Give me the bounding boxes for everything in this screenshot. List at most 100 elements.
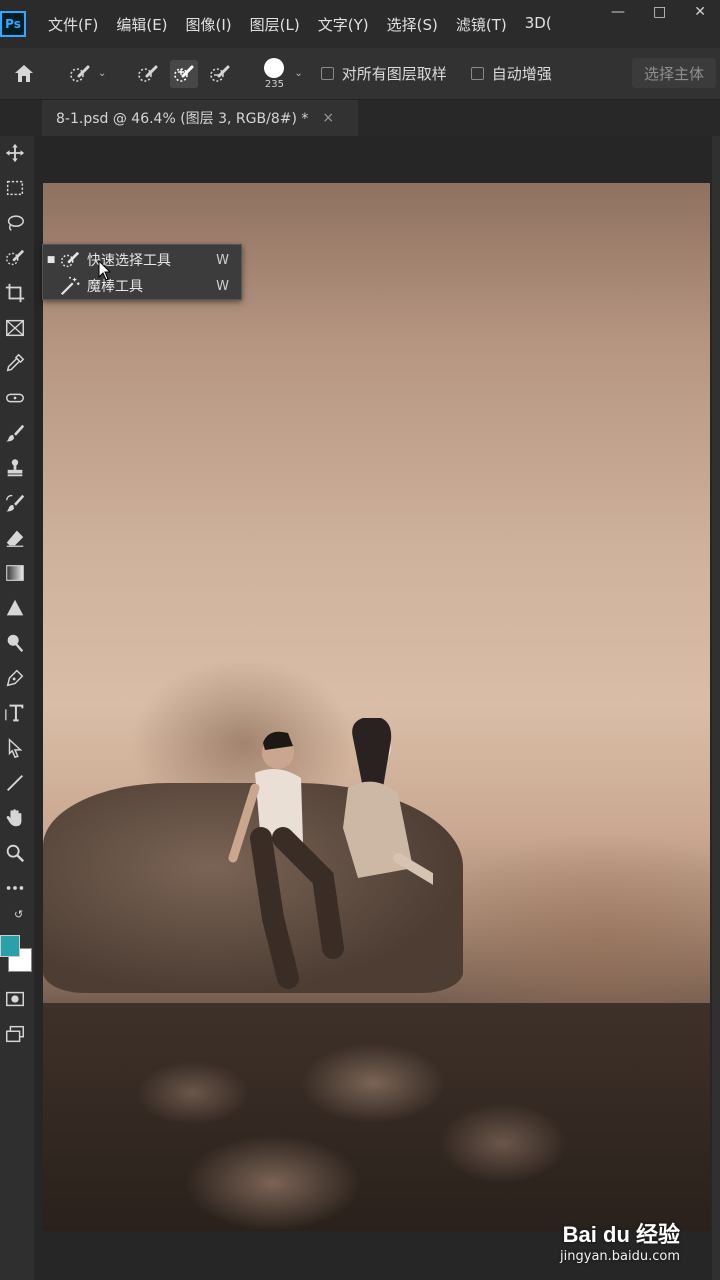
stamp-icon [7, 459, 23, 477]
watermark-logo: Bai du 经验 [562, 1222, 680, 1247]
dodge-icon [7, 634, 24, 653]
minimize-icon[interactable]: — [611, 4, 625, 20]
history-brush-icon [5, 494, 25, 512]
flyout-item-label: 魔棒工具 [87, 279, 143, 295]
menu-layer[interactable]: 图层(L) [250, 14, 300, 35]
close-window-icon[interactable]: ✕ [694, 4, 706, 20]
marquee-tool[interactable] [0, 173, 30, 203]
menu-items: 文件(F) 编辑(E) 图像(I) 图层(L) 文字(Y) 选择(S) 滤镜(T… [48, 14, 570, 35]
brush-size-value: 235 [264, 78, 284, 90]
document-canvas-photo[interactable] [43, 183, 710, 1231]
stamp-tool[interactable] [0, 453, 30, 483]
options-bar: ⌄ 235 ⌄ 对所有图层取样 自动增强 选择主体 [0, 48, 720, 100]
frame-tool[interactable] [0, 313, 30, 343]
hand-tool[interactable] [0, 803, 30, 833]
document-tab[interactable]: 8-1.psd @ 46.4% (图层 3, RGB/8#) * × [42, 100, 358, 136]
new-selection-button[interactable] [134, 60, 162, 88]
window-controls: — □ ✕ [611, 4, 720, 20]
more-tools[interactable] [0, 873, 30, 903]
menu-type[interactable]: 文字(Y) [318, 14, 369, 35]
dodge-tool[interactable] [0, 628, 30, 658]
select-subject-button[interactable]: 选择主体 [632, 58, 716, 88]
menu-3d[interactable]: 3D( [525, 14, 552, 35]
tool-preset-picker[interactable] [66, 60, 94, 88]
menu-filter[interactable]: 滤镜(T) [456, 14, 507, 35]
bandage-icon [6, 393, 24, 403]
ellipsis-icon [6, 886, 24, 890]
hand-icon [6, 809, 22, 827]
menu-file[interactable]: 文件(F) [48, 14, 98, 35]
sample-all-layers-checkbox[interactable] [320, 67, 334, 80]
menu-bar: Ps 文件(F) 编辑(E) 图像(I) 图层(L) 文字(Y) 选择(S) 滤… [0, 0, 720, 48]
screen-mode-button[interactable] [0, 1019, 30, 1049]
active-bullet-icon: ■ [46, 255, 56, 265]
chevron-down-icon[interactable]: ⌄ [294, 68, 302, 79]
foreground-color-swatch[interactable] [0, 935, 20, 957]
auto-enhance-label: 自动增强 [491, 65, 552, 83]
eyedropper-icon [6, 353, 25, 372]
watermark-url: jingyan.baidu.com [560, 1249, 680, 1264]
zoom-tool[interactable] [0, 838, 30, 868]
selection-tool-flyout: ■ 快速选择工具 W 魔棒工具 W [42, 244, 242, 300]
rectangle-marquee-icon [6, 180, 24, 196]
move-tool[interactable] [0, 138, 30, 168]
baidu-watermark: Bai du 经验 jingyan.baidu.com [560, 1217, 680, 1264]
flyout-item-shortcut: W [216, 278, 229, 294]
home-icon[interactable] [12, 62, 36, 86]
type-icon [5, 704, 24, 722]
couple-figures [228, 718, 433, 989]
pen-icon [6, 669, 24, 687]
flyout-item-magic-wand[interactable]: 魔棒工具 W [43, 273, 241, 299]
flyout-item-shortcut: W [216, 252, 229, 268]
blur-tool[interactable] [0, 593, 30, 623]
crop-tool[interactable] [0, 278, 30, 308]
quick-selection-subtract-icon [210, 65, 230, 82]
quick-selection-icon [70, 65, 90, 82]
subtract-from-selection-button[interactable] [206, 60, 234, 88]
flyout-item-quick-selection[interactable]: ■ 快速选择工具 W [43, 247, 241, 273]
menu-select[interactable]: 选择(S) [387, 14, 438, 35]
pen-tool[interactable] [0, 663, 30, 693]
add-to-selection-button[interactable] [170, 59, 199, 88]
quick-mask-icon [6, 991, 24, 1007]
gradient-icon [6, 565, 24, 581]
crop-icon [5, 283, 25, 303]
swap-colors-icon[interactable]: ↺ [14, 908, 23, 921]
lasso-icon [7, 215, 24, 231]
brush-tip-icon [264, 57, 285, 78]
quick-selection-tool[interactable] [0, 243, 30, 273]
eraser-icon [6, 530, 24, 547]
document-tab-bar: 8-1.psd @ 46.4% (图层 3, RGB/8#) * × [0, 100, 720, 136]
magic-wand-icon [59, 275, 81, 297]
vertical-scrollbar[interactable] [712, 136, 720, 1280]
menu-edit[interactable]: 编辑(E) [116, 14, 167, 35]
screen-mode-icon [6, 1025, 24, 1043]
quick-selection-icon [6, 250, 24, 266]
close-tab-icon[interactable]: × [322, 110, 334, 126]
photoshop-logo: Ps [0, 11, 26, 37]
quick-selection-new-icon [138, 65, 158, 82]
chevron-down-icon[interactable]: ⌄ [98, 68, 106, 79]
sample-all-layers-label: 对所有图层取样 [341, 65, 447, 83]
eyedropper-tool[interactable] [0, 348, 30, 378]
path-selection-tool[interactable] [0, 733, 30, 763]
quick-selection-add-icon [174, 65, 194, 82]
lasso-tool[interactable] [0, 208, 30, 238]
move-icon [5, 143, 25, 163]
mouse-cursor-icon [98, 260, 112, 281]
blur-triangle-icon [6, 599, 24, 616]
maximize-icon[interactable]: □ [653, 4, 666, 20]
quick-selection-icon [59, 249, 81, 271]
quick-mask-button[interactable] [0, 984, 30, 1014]
type-tool[interactable] [0, 698, 30, 728]
frame-icon [6, 319, 24, 337]
brush-tool[interactable] [0, 418, 30, 448]
line-tool[interactable] [0, 768, 30, 798]
history-brush-tool[interactable] [0, 488, 30, 518]
brush-size-picker[interactable]: 235 [254, 57, 294, 90]
healing-brush-tool[interactable] [0, 383, 30, 413]
gradient-tool[interactable] [0, 558, 30, 588]
auto-enhance-checkbox[interactable] [470, 67, 484, 80]
menu-image[interactable]: 图像(I) [186, 14, 232, 35]
eraser-tool[interactable] [0, 523, 30, 553]
